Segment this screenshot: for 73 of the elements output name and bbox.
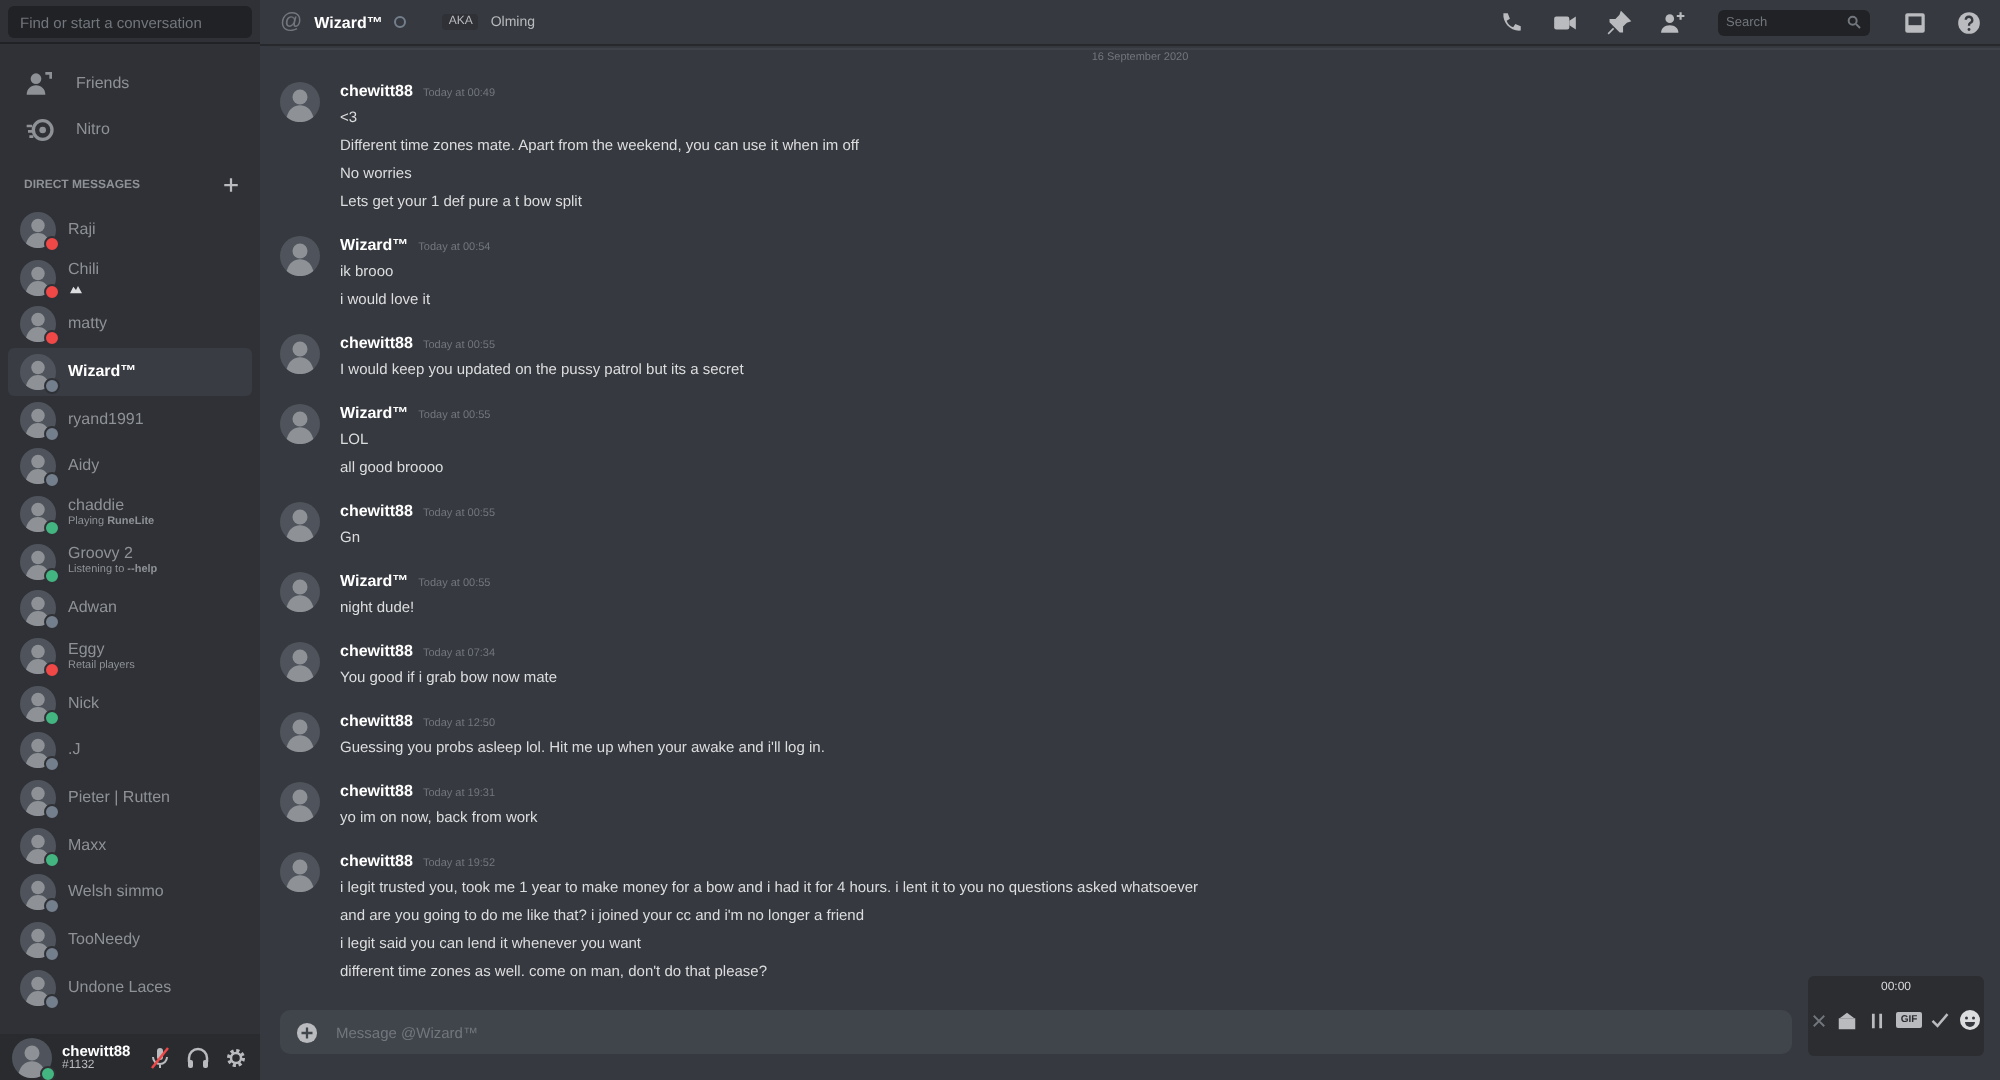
add-user-icon[interactable] xyxy=(1660,9,1686,35)
avatar[interactable] xyxy=(280,236,320,276)
avatar xyxy=(20,401,56,438)
avatar xyxy=(12,1037,52,1077)
avatar xyxy=(20,922,56,959)
author-name[interactable]: chewitt88 xyxy=(340,640,413,664)
inbox-icon[interactable] xyxy=(1902,9,1928,35)
avatar xyxy=(20,259,56,296)
plus-icon[interactable] xyxy=(222,176,240,194)
headphones-icon[interactable] xyxy=(186,1045,210,1069)
channel-title: Wizard™ xyxy=(314,13,383,31)
author-name[interactable]: chewitt88 xyxy=(340,332,413,356)
close-icon[interactable] xyxy=(1810,1011,1829,1029)
direct-message-item[interactable]: Adwan xyxy=(8,585,252,633)
direct-message-item[interactable]: Wizard™ xyxy=(8,348,252,396)
author-name[interactable]: chewitt88 xyxy=(340,80,413,104)
direct-message-item[interactable]: Maxx xyxy=(8,821,252,870)
search-icon xyxy=(1846,14,1862,30)
check-icon[interactable] xyxy=(1929,1010,1950,1030)
direct-message-item[interactable]: Chili xyxy=(8,253,252,301)
avatar[interactable] xyxy=(280,404,320,444)
avatar[interactable] xyxy=(280,782,320,822)
avatar xyxy=(20,495,56,532)
nitro-icon xyxy=(24,113,56,145)
pin-icon[interactable] xyxy=(1606,9,1632,35)
avatar xyxy=(20,874,56,911)
muted-mic-icon[interactable] xyxy=(148,1045,172,1069)
add-icon[interactable] xyxy=(296,1021,318,1043)
direct-message-item[interactable]: TooNeedy xyxy=(8,916,252,964)
at-sign: @ xyxy=(280,10,303,34)
avatar xyxy=(20,685,56,722)
avatar xyxy=(20,306,56,343)
author-name[interactable]: Wizard™ xyxy=(340,234,409,258)
emoji-icon[interactable] xyxy=(1957,1008,1982,1032)
help-icon[interactable] xyxy=(1956,9,1982,35)
nav-item[interactable]: Nitro xyxy=(8,106,252,152)
avatar xyxy=(20,590,56,627)
avatar xyxy=(20,211,56,248)
avatar[interactable] xyxy=(280,712,320,752)
avatar xyxy=(20,448,56,485)
direct-message-item[interactable]: Aidy xyxy=(8,442,252,491)
author-name[interactable]: chewitt88 xyxy=(340,850,413,874)
avatar xyxy=(20,638,56,675)
status-ring xyxy=(394,16,407,28)
direct-message-item[interactable]: matty xyxy=(8,300,252,349)
author-name[interactable]: chewitt88 xyxy=(340,710,413,734)
direct-message-item[interactable]: Welsh simmo xyxy=(8,869,252,917)
nav-item[interactable]: Friends xyxy=(8,60,252,106)
avatar[interactable] xyxy=(280,82,320,122)
avatar[interactable] xyxy=(280,852,320,892)
direct-message-item[interactable]: Undone Laces xyxy=(8,964,252,1012)
avatar[interactable] xyxy=(280,572,320,612)
avatar xyxy=(20,543,56,580)
direct-message-item[interactable]: Pieter | Rutten xyxy=(8,774,252,822)
avatar[interactable] xyxy=(280,642,320,682)
avatar xyxy=(20,827,56,864)
direct-message-item[interactable]: .J xyxy=(8,727,252,775)
author-name[interactable]: Wizard™ xyxy=(340,402,409,426)
avatar xyxy=(20,969,56,1006)
avatar xyxy=(20,732,56,769)
avatar[interactable] xyxy=(280,334,320,374)
friends-icon xyxy=(24,67,56,99)
direct-message-item[interactable]: Nick xyxy=(8,679,252,728)
direct-message-item[interactable]: ryand1991 xyxy=(8,395,252,443)
author-name[interactable]: Wizard™ xyxy=(340,570,409,594)
author-name[interactable]: chewitt88 xyxy=(340,780,413,804)
avatar xyxy=(20,353,56,390)
author-name[interactable]: chewitt88 xyxy=(340,500,413,524)
avatar[interactable] xyxy=(280,502,320,542)
avatar xyxy=(20,780,56,817)
settings-icon[interactable] xyxy=(224,1045,248,1069)
phone-icon[interactable] xyxy=(1498,9,1524,35)
direct-message-item[interactable]: Raji xyxy=(8,206,252,254)
